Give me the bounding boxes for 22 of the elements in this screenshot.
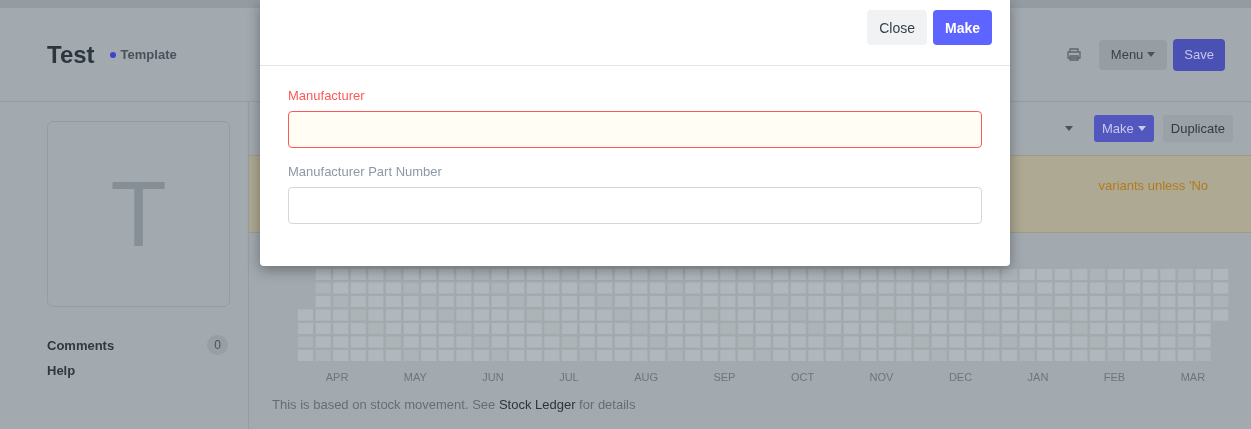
menu-button[interactable]: Menu [1098, 39, 1168, 70]
alert-text: variants unless 'No [1098, 178, 1208, 195]
page-title: Test [47, 40, 95, 69]
printer-icon[interactable] [1066, 48, 1081, 61]
caret-icon [1137, 126, 1146, 131]
status-dot [109, 51, 116, 58]
sidebar-link[interactable]: Help [47, 363, 76, 378]
input-field[interactable] [288, 111, 982, 148]
field-label: Manufacturer [288, 88, 366, 103]
make-dropdown-button[interactable]: Make [1094, 115, 1154, 142]
caret-icon[interactable] [1065, 126, 1073, 131]
sidebar-link[interactable]: Comments [47, 337, 115, 353]
save-button[interactable]: Save [1173, 38, 1225, 71]
count-badge: 0 [207, 335, 228, 355]
field-label: Manufacturer Part Number [288, 164, 443, 179]
close-button[interactable]: Close [867, 10, 927, 45]
status-label: Template [120, 47, 177, 62]
heatmap-note: This is based on stock movement. See Stock Ledger for details [272, 397, 637, 412]
make-button[interactable]: Make [932, 10, 992, 45]
duplicate-button[interactable]: Duplicate [1162, 115, 1233, 142]
caret-icon [1147, 52, 1156, 57]
stock-ledger-link[interactable]: Stock Ledger [498, 397, 576, 412]
